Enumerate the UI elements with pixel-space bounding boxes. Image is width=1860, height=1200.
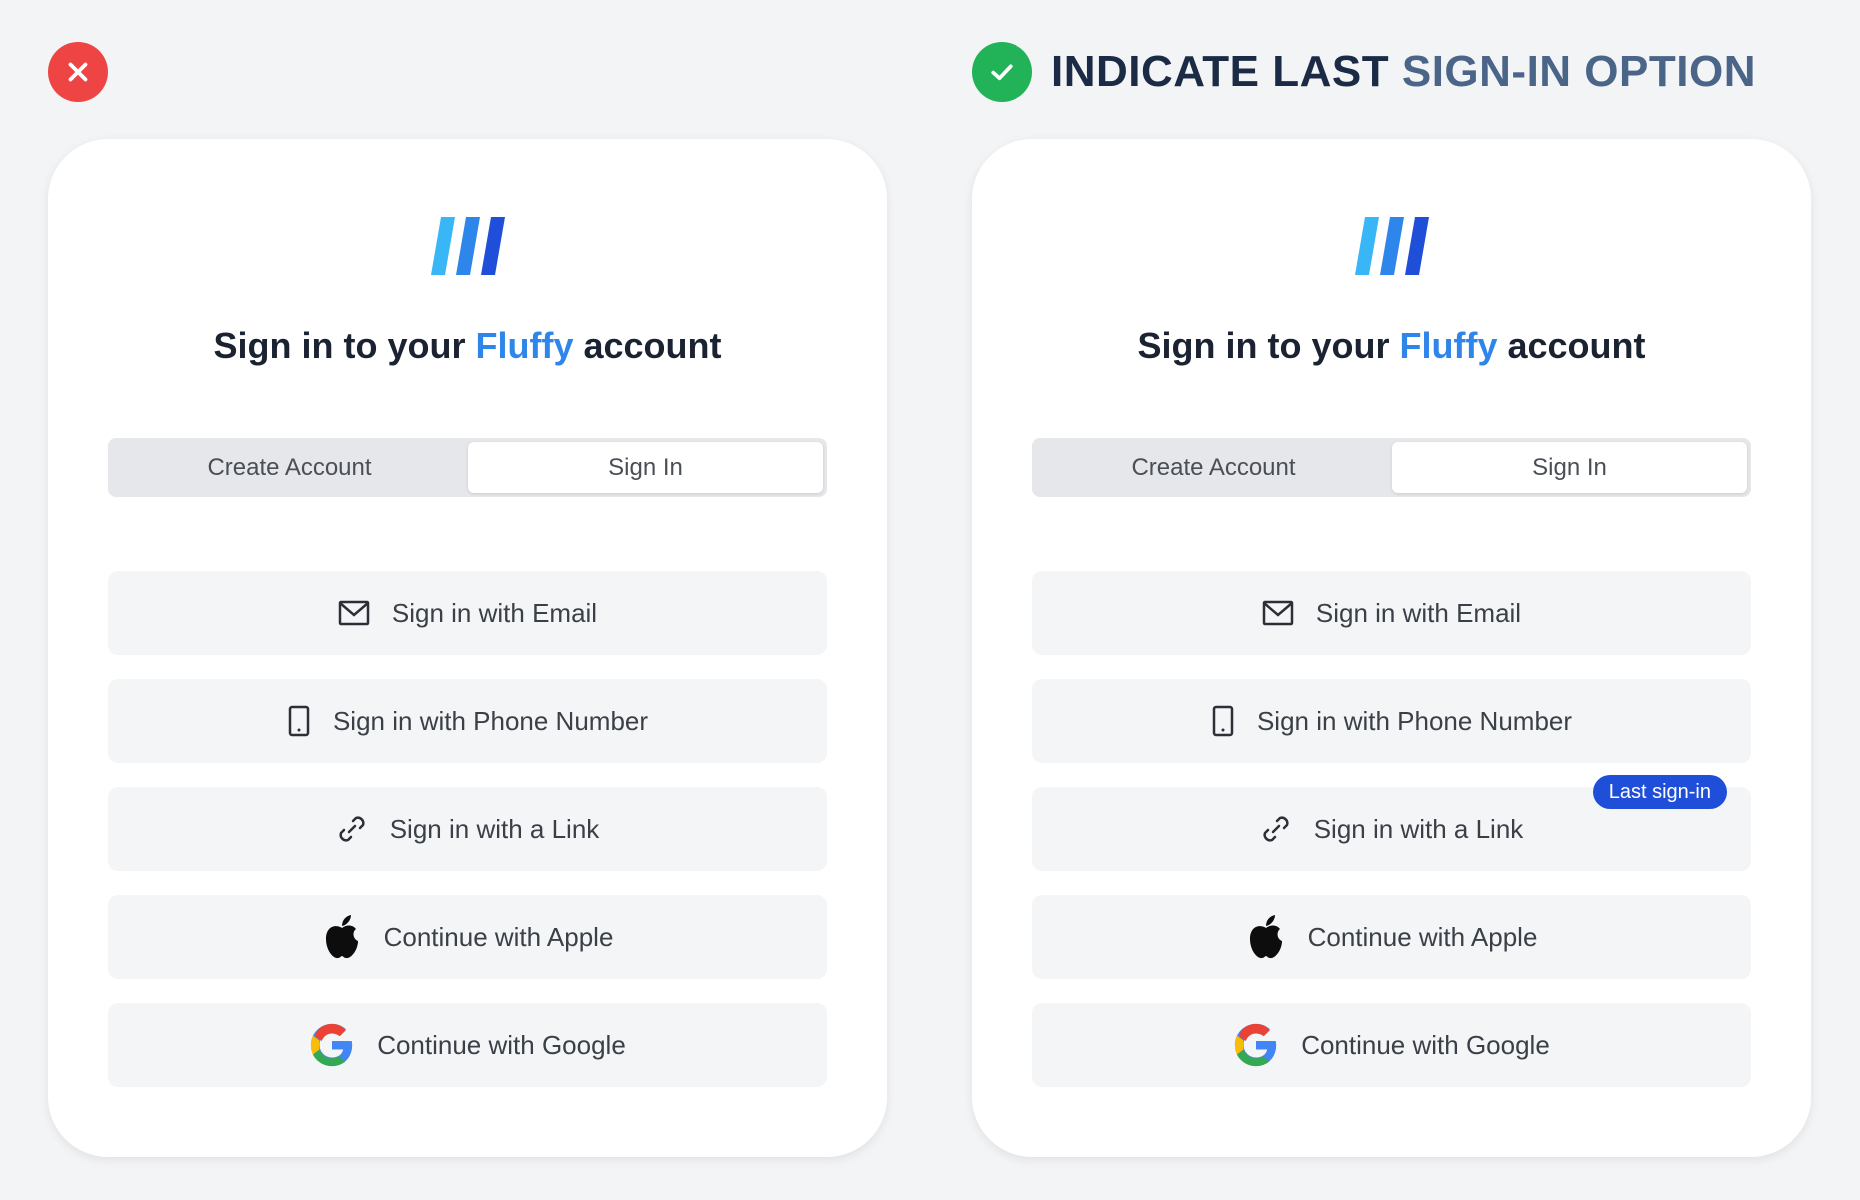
error-x-icon	[48, 42, 108, 102]
sign-in-email-button[interactable]: Sign in with Email	[108, 571, 827, 655]
fluffy-logo	[430, 217, 505, 275]
auth-mode-toggle: Create Account Sign In	[108, 438, 827, 497]
title-prefix: Sign in to your	[1137, 325, 1400, 366]
sign-in-phone-label: Sign in with Phone Number	[332, 705, 649, 736]
continue-google-label: Continue with Google	[1301, 1029, 1550, 1060]
headline-part-2: SIGN-IN OPTION	[1401, 47, 1756, 96]
signin-card-incorrect: Sign in to your Fluffy account Create Ac…	[48, 139, 887, 1157]
brand-name: Fluffy	[1399, 325, 1498, 366]
sign-in-link-button[interactable]: Sign in with a Link	[108, 787, 827, 871]
title-suffix: account	[573, 325, 722, 366]
link-icon	[1260, 813, 1292, 845]
continue-apple-label: Continue with Apple	[383, 921, 614, 952]
mail-icon	[338, 600, 370, 626]
brand-name: Fluffy	[475, 325, 574, 366]
sign-in-email-label: Sign in with Email	[391, 597, 598, 628]
title-suffix: account	[1497, 325, 1646, 366]
sign-in-phone-button[interactable]: Sign in with Phone Number	[108, 679, 827, 763]
sign-in-link-label: Sign in with a Link	[389, 813, 600, 844]
sign-in-email-label: Sign in with Email	[1315, 597, 1522, 628]
success-check-icon	[972, 42, 1032, 102]
link-icon	[336, 813, 368, 845]
continue-apple-button[interactable]: Continue with Apple	[1032, 895, 1751, 979]
headline-part-1: INDICATE LAST	[1051, 47, 1402, 96]
tab-create-account[interactable]: Create Account	[1036, 442, 1391, 493]
apple-icon	[322, 914, 362, 960]
google-icon	[309, 1022, 355, 1068]
sign-in-phone-label: Sign in with Phone Number	[1256, 705, 1573, 736]
sign-in-email-button[interactable]: Sign in with Email	[1032, 571, 1751, 655]
continue-google-button[interactable]: Continue with Google	[108, 1003, 827, 1087]
headline: INDICATE LAST SIGN-IN OPTION	[1051, 44, 1756, 100]
sign-in-phone-button[interactable]: Sign in with Phone Number	[1032, 679, 1751, 763]
title-prefix: Sign in to your	[213, 325, 476, 366]
card-title: Sign in to your Fluffy account	[48, 325, 887, 367]
sign-in-link-label: Sign in with a Link	[1313, 813, 1524, 844]
sign-in-link-button[interactable]: Sign in with a Link Last sign-in	[1032, 775, 1751, 871]
card-title: Sign in to your Fluffy account	[972, 325, 1811, 367]
google-icon	[1233, 1022, 1279, 1068]
tab-sign-in[interactable]: Sign In	[1392, 442, 1747, 493]
continue-apple-label: Continue with Apple	[1307, 921, 1538, 952]
last-sign-in-badge: Last sign-in	[1592, 775, 1727, 809]
phone-icon	[287, 705, 311, 737]
continue-google-button[interactable]: Continue with Google	[1032, 1003, 1751, 1087]
signin-card-correct: Sign in to your Fluffy account Create Ac…	[972, 139, 1811, 1157]
apple-icon	[1246, 914, 1286, 960]
tab-create-account[interactable]: Create Account	[112, 442, 467, 493]
phone-icon	[1211, 705, 1235, 737]
mail-icon	[1262, 600, 1294, 626]
continue-google-label: Continue with Google	[377, 1029, 626, 1060]
tab-sign-in[interactable]: Sign In	[468, 442, 823, 493]
auth-mode-toggle: Create Account Sign In	[1032, 438, 1751, 497]
fluffy-logo	[1354, 217, 1429, 275]
continue-apple-button[interactable]: Continue with Apple	[108, 895, 827, 979]
